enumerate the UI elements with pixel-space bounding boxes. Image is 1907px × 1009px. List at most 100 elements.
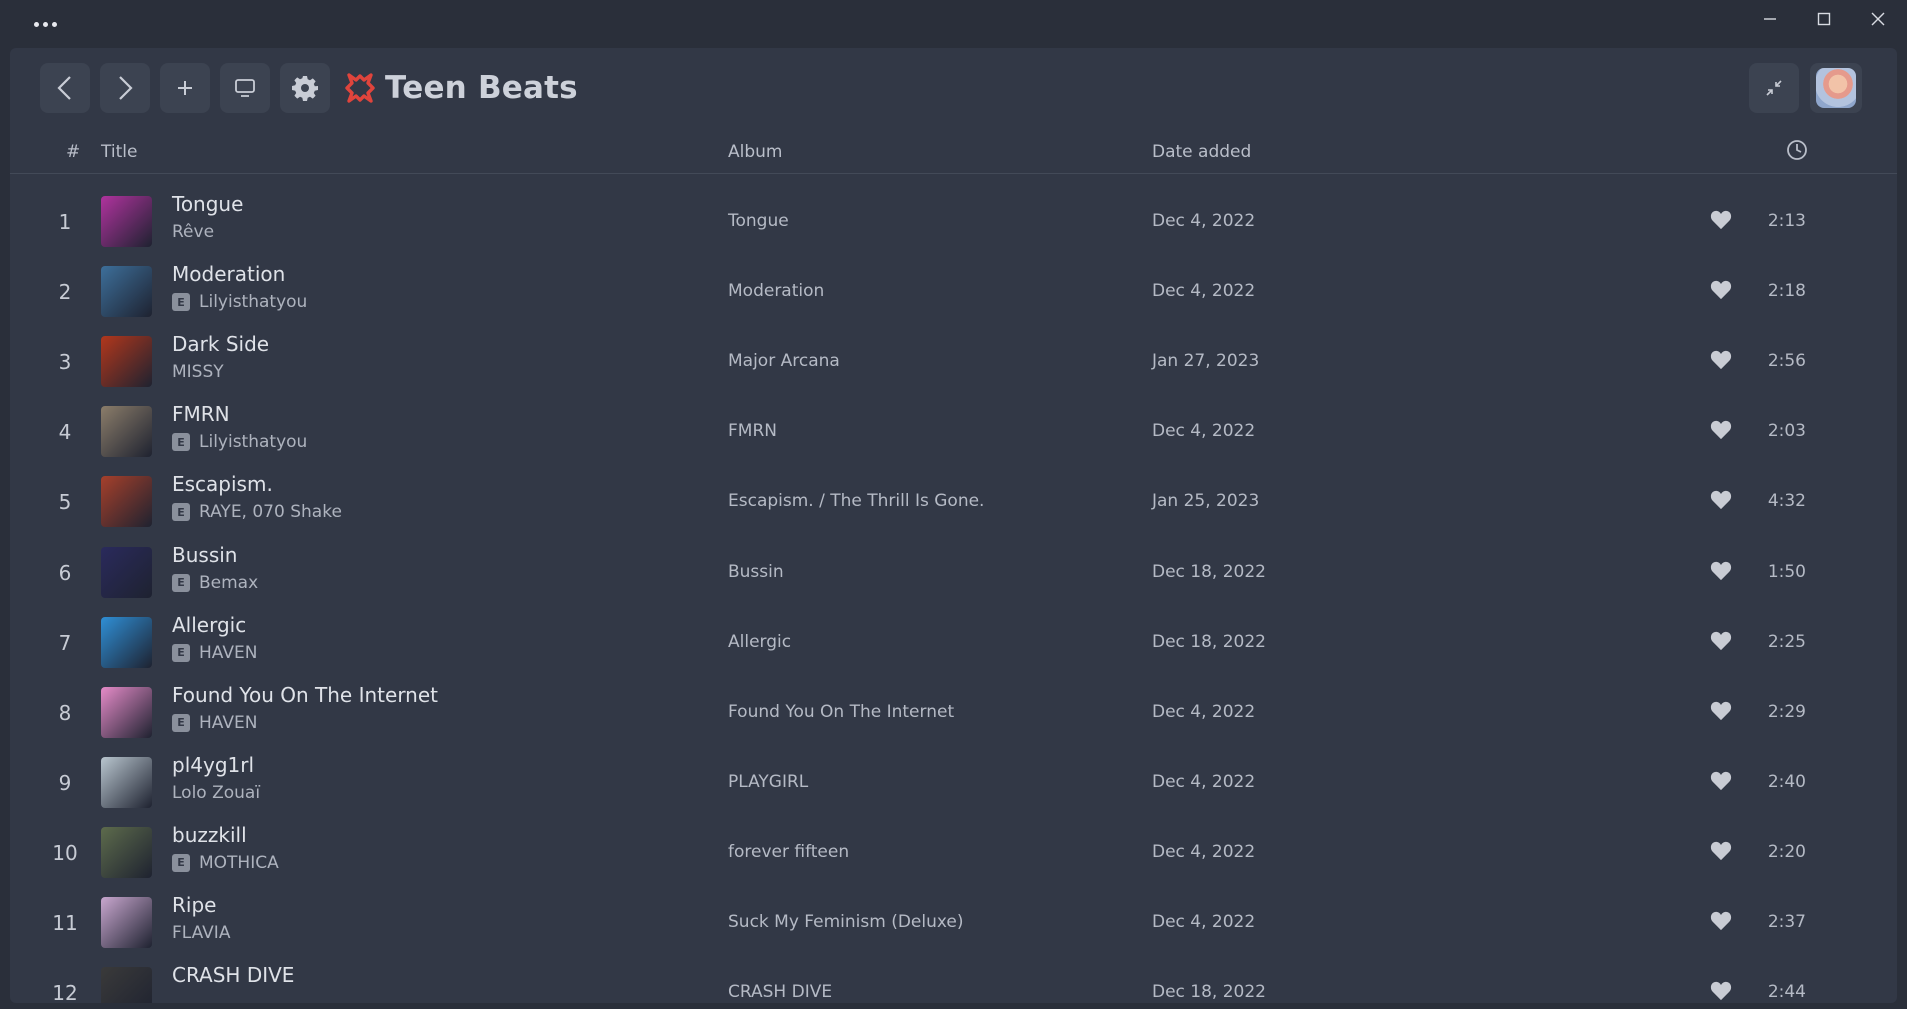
track-row[interactable]: 8 Found You On The Internet E HAVEN Found Yo… [10, 677, 1897, 747]
track-album[interactable]: Found You On The Internet [728, 702, 954, 722]
track-title[interactable]: CRASH DIVE [172, 963, 294, 987]
track-number: 7 [58, 630, 72, 655]
album-cover[interactable] [101, 616, 152, 668]
album-cover[interactable] [101, 686, 152, 738]
collapse-button[interactable] [1749, 63, 1799, 113]
track-row[interactable]: 7 Allergic E HAVEN Allergic Dec 18, 2022 2:25 [10, 607, 1897, 677]
track-album[interactable]: FMRN [728, 421, 777, 441]
column-title[interactable]: Title [101, 142, 137, 162]
track-album[interactable]: Suck My Feminism (Deluxe) [728, 912, 964, 932]
track-row[interactable]: 9 pl4yg1rl Lolo Zouaï PLAYGIRL Dec 4, 2022 2:… [10, 747, 1897, 817]
clock-icon[interactable] [1786, 139, 1808, 166]
track-album[interactable]: forever fifteen [728, 842, 849, 862]
track-row[interactable]: 5 Escapism. E RAYE, 070 Shake Escapism. / Th… [10, 466, 1897, 536]
track-title[interactable]: Moderation [172, 262, 285, 286]
album-cover[interactable] [101, 897, 152, 948]
track-row[interactable]: 6 Bussin E Bemax Bussin Dec 18, 2022 1:50 [10, 537, 1897, 607]
album-cover[interactable] [101, 336, 152, 388]
forward-button[interactable] [100, 63, 150, 113]
maximize-icon[interactable] [1796, 4, 1852, 34]
track-row[interactable]: 4 FMRN E Lilyisthatyou FMRN Dec 4, 2022 2:03 [10, 396, 1897, 466]
heart-icon[interactable] [1710, 701, 1732, 723]
close-icon[interactable] [1850, 4, 1906, 34]
track-row[interactable]: 2 Moderation E Lilyisthatyou Moderation Dec 4… [10, 256, 1897, 326]
track-title[interactable]: Bussin [172, 543, 237, 567]
track-album[interactable]: Bussin [728, 562, 784, 582]
track-date-added: Dec 4, 2022 [1152, 841, 1256, 862]
track-title[interactable]: Found You On The Internet [172, 683, 438, 707]
album-cover[interactable] [101, 476, 152, 528]
track-duration: 1:50 [1767, 561, 1806, 582]
track-row[interactable]: 3 Dark Side MISSY Major Arcana Jan 27, 2023 2… [10, 326, 1897, 396]
track-row[interactable]: 10 buzzkill E MOTHICA forever fifteen Dec 4, … [10, 817, 1897, 887]
track-title[interactable]: Dark Side [172, 332, 269, 356]
heart-icon[interactable] [1710, 280, 1732, 302]
add-button[interactable] [160, 63, 210, 113]
track-title[interactable]: Ripe [172, 893, 216, 917]
more-dots-icon[interactable] [28, 14, 62, 34]
album-cover[interactable] [101, 546, 152, 598]
track-title[interactable]: pl4yg1rl [172, 753, 254, 777]
track-album[interactable]: Tongue [728, 211, 789, 231]
toolbar: Teen Beats [10, 48, 1897, 130]
heart-icon[interactable] [1710, 561, 1732, 583]
track-album[interactable]: PLAYGIRL [728, 772, 808, 792]
heart-icon[interactable] [1710, 771, 1732, 793]
heart-icon[interactable] [1710, 631, 1732, 653]
track-date-added: Dec 4, 2022 [1152, 771, 1256, 792]
track-date-added: Dec 4, 2022 [1152, 421, 1256, 442]
heart-icon[interactable] [1710, 981, 1732, 1003]
track-album[interactable]: Escapism. / The Thrill Is Gone. [728, 491, 984, 511]
track-number: 10 [52, 840, 78, 865]
heart-icon[interactable] [1710, 420, 1732, 442]
track-artist[interactable]: Bemax [199, 573, 258, 593]
track-duration: 2:20 [1767, 841, 1806, 862]
settings-button[interactable] [280, 63, 330, 113]
album-cover[interactable] [101, 266, 152, 318]
album-cover[interactable] [101, 826, 152, 878]
track-album[interactable]: Allergic [728, 632, 791, 652]
track-artist[interactable]: MISSY [172, 362, 224, 382]
device-button[interactable] [220, 63, 270, 113]
track-album[interactable]: Moderation [728, 281, 824, 301]
album-cover[interactable] [101, 196, 152, 247]
column-num[interactable]: # [66, 142, 80, 162]
track-artist-line: E MOTHICA [172, 853, 279, 873]
track-artist[interactable]: MOTHICA [199, 853, 279, 873]
heart-icon[interactable] [1710, 841, 1732, 863]
heart-icon[interactable] [1710, 210, 1732, 232]
track-row[interactable]: 11 Ripe FLAVIA Suck My Feminism (Deluxe) Dec… [10, 887, 1897, 957]
explicit-badge: E [172, 853, 190, 872]
track-number: 1 [58, 210, 72, 234]
column-date-added[interactable]: Date added [1152, 142, 1251, 162]
user-avatar-button[interactable] [1810, 63, 1862, 113]
album-cover[interactable] [101, 967, 152, 1003]
track-number: 3 [58, 350, 72, 375]
track-title[interactable]: Escapism. [172, 472, 273, 496]
track-album[interactable]: Major Arcana [728, 351, 840, 371]
track-artist[interactable]: HAVEN [199, 643, 257, 663]
playlist-header: Teen Beats [345, 68, 578, 108]
track-artist[interactable]: Lilyisthatyou [199, 432, 307, 452]
heart-icon[interactable] [1710, 490, 1732, 512]
track-title[interactable]: buzzkill [172, 823, 247, 847]
column-album[interactable]: Album [728, 142, 782, 162]
track-album[interactable]: CRASH DIVE [728, 982, 832, 1002]
track-artist[interactable]: Rêve [172, 222, 214, 242]
track-row[interactable]: 1 Tongue Rêve Tongue Dec 4, 2022 2:13 [10, 186, 1897, 256]
track-title[interactable]: FMRN [172, 402, 230, 426]
track-artist[interactable]: RAYE, 070 Shake [199, 502, 342, 522]
heart-icon[interactable] [1710, 350, 1732, 372]
track-artist[interactable]: Lilyisthatyou [199, 292, 307, 312]
album-cover[interactable] [101, 406, 152, 458]
track-title[interactable]: Tongue [172, 192, 243, 216]
track-artist[interactable]: HAVEN [199, 713, 257, 733]
track-title[interactable]: Allergic [172, 613, 246, 637]
track-artist[interactable]: FLAVIA [172, 923, 230, 943]
album-cover[interactable] [101, 756, 152, 808]
heart-icon[interactable] [1710, 911, 1732, 933]
track-row[interactable]: 12 CRASH DIVE CRASH DIVE Dec 18, 2022 2:44 [10, 957, 1897, 1003]
minimize-icon[interactable] [1742, 4, 1798, 34]
track-artist[interactable]: Lolo Zouaï [172, 783, 260, 803]
back-button[interactable] [40, 63, 90, 113]
